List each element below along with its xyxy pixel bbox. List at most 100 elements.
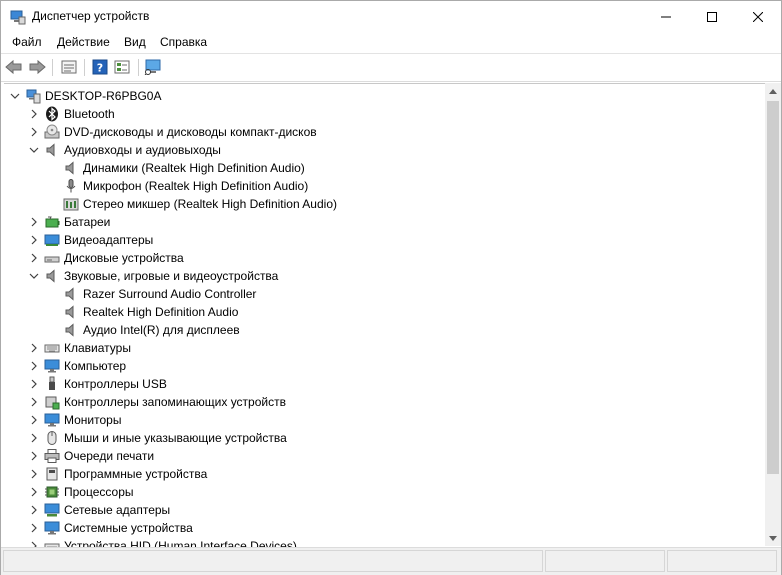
- tree-item-label: Очереди печати: [64, 449, 155, 463]
- expand-chevron-right-icon[interactable]: [29, 397, 39, 407]
- menu-help[interactable]: Справка: [160, 35, 207, 49]
- expand-chevron-down-icon[interactable]: [29, 145, 39, 155]
- view-icon: [114, 60, 130, 74]
- mixer-icon: [63, 198, 79, 211]
- close-button[interactable]: [735, 1, 781, 32]
- tree-item-label: Звуковые, игровые и видеоустройства: [64, 269, 279, 283]
- tree-device[interactable]: Realtek High Definition Audio: [4, 303, 764, 321]
- tree-category[interactable]: Процессоры: [4, 483, 764, 501]
- expand-chevron-down-icon[interactable]: [10, 91, 20, 101]
- view-button[interactable]: [113, 58, 131, 76]
- expand-chevron-right-icon[interactable]: [29, 469, 39, 479]
- usb-icon: [49, 376, 55, 390]
- svg-text:?: ?: [97, 62, 103, 75]
- tree-category[interactable]: Системные устройства: [4, 519, 764, 537]
- tree-device[interactable]: Аудио Intel(R) для дисплеев: [4, 321, 764, 339]
- expand-chevron-right-icon[interactable]: [29, 253, 39, 263]
- tree-category[interactable]: Аудиовходы и аудиовыходы: [4, 141, 764, 159]
- expand-chevron-right-icon[interactable]: [29, 505, 39, 515]
- expand-chevron-right-icon[interactable]: [29, 415, 39, 425]
- tree-item-label: DESKTOP-R6PBG0A: [45, 89, 162, 103]
- tree-category[interactable]: Контроллеры USB: [4, 375, 764, 393]
- tree-item-label: Динамики (Realtek High Definition Audio): [83, 161, 305, 175]
- title-bar[interactable]: Диспетчер устройств: [1, 1, 781, 32]
- speaker-icon: [46, 269, 55, 283]
- expand-chevron-right-icon[interactable]: [29, 127, 39, 137]
- tree-category[interactable]: Мониторы: [4, 411, 764, 429]
- tree-category[interactable]: Bluetooth: [4, 105, 764, 123]
- menu-action[interactable]: Действие: [57, 35, 110, 49]
- expand-chevron-right-icon[interactable]: [29, 433, 39, 443]
- tree-category[interactable]: Видеоадаптеры: [4, 231, 764, 249]
- tree-category[interactable]: Контроллеры запоминающих устройств: [4, 393, 764, 411]
- scan-hardware-button[interactable]: [144, 58, 162, 76]
- tree-category[interactable]: Очереди печати: [4, 447, 764, 465]
- tree-item-label: Клавиатуры: [64, 341, 131, 355]
- tree-item-label: Realtek High Definition Audio: [83, 305, 239, 319]
- menu-view[interactable]: Вид: [124, 35, 146, 49]
- properties-button[interactable]: [60, 58, 78, 76]
- tree-device[interactable]: Стерео микшер (Realtek High Definition A…: [4, 195, 764, 213]
- tree-item-label: Батареи: [64, 215, 111, 229]
- tree-item-label: Контроллеры USB: [64, 377, 167, 391]
- tree-category[interactable]: Сетевые адаптеры: [4, 501, 764, 519]
- close-icon: [753, 11, 763, 22]
- monitor-icon: [44, 359, 60, 373]
- tree-root[interactable]: DESKTOP-R6PBG0A: [4, 87, 764, 105]
- cpu-icon: [45, 486, 59, 498]
- expand-chevron-right-icon[interactable]: [29, 361, 39, 371]
- status-segment-main: [3, 550, 543, 572]
- tree-category[interactable]: Батареи: [4, 213, 764, 231]
- scroll-down-button[interactable]: [765, 530, 781, 546]
- minimize-button[interactable]: [643, 1, 689, 32]
- expand-chevron-right-icon[interactable]: [29, 451, 39, 461]
- expand-chevron-right-icon[interactable]: [29, 343, 39, 353]
- expand-chevron-right-icon[interactable]: [29, 235, 39, 245]
- tree-item-label: Стерео микшер (Realtek High Definition A…: [83, 197, 337, 211]
- back-button[interactable]: [5, 58, 23, 76]
- toolbar-separator: [84, 59, 85, 76]
- tree-category[interactable]: Клавиатуры: [4, 339, 764, 357]
- tree-item-label: Компьютер: [64, 359, 127, 373]
- tree-item-label: Сетевые адаптеры: [64, 503, 171, 517]
- tree-item-label: Устройства HID (Human Interface Devices): [64, 539, 297, 547]
- scan-hardware-icon: [144, 59, 161, 75]
- tree-category[interactable]: Компьютер: [4, 357, 764, 375]
- maximize-button[interactable]: [689, 1, 735, 32]
- network-adapter-icon: [44, 503, 60, 517]
- expand-chevron-right-icon[interactable]: [29, 487, 39, 497]
- speaker-icon: [65, 287, 74, 301]
- chevron-up-icon: [769, 88, 777, 94]
- expand-chevron-right-icon[interactable]: [29, 523, 39, 533]
- speaker-icon: [65, 161, 74, 175]
- tree-device[interactable]: Razer Surround Audio Controller: [4, 285, 764, 303]
- status-bar: [1, 547, 781, 575]
- keyboard-icon: [44, 344, 60, 353]
- tree-category[interactable]: Устройства HID (Human Interface Devices): [4, 537, 764, 547]
- tree-category[interactable]: Программные устройства: [4, 465, 764, 483]
- tree-device[interactable]: Динамики (Realtek High Definition Audio): [4, 159, 764, 177]
- tree-category[interactable]: Звуковые, игровые и видеоустройства: [4, 267, 764, 285]
- speaker-icon: [65, 305, 74, 319]
- scroll-thumb[interactable]: [767, 101, 779, 474]
- monitor-icon: [44, 413, 60, 427]
- expand-chevron-right-icon[interactable]: [29, 217, 39, 227]
- device-tree[interactable]: DESKTOP-R6PBG0A Bluetooth DVD-дисководы и …: [4, 83, 765, 547]
- tree-item-label: Bluetooth: [64, 107, 115, 121]
- vertical-scrollbar[interactable]: [765, 83, 781, 546]
- tree-device[interactable]: Микрофон (Realtek High Definition Audio): [4, 177, 764, 195]
- tree-category[interactable]: Мыши и иные указывающие устройства: [4, 429, 764, 447]
- toolbar-separator: [52, 59, 53, 76]
- help-button[interactable]: ?: [91, 58, 109, 76]
- scroll-up-button[interactable]: [765, 83, 781, 99]
- forward-button[interactable]: [28, 58, 46, 76]
- toolbar-separator: [138, 59, 139, 76]
- tree-category[interactable]: DVD-дисководы и дисководы компакт-дисков: [4, 123, 764, 141]
- tree-category[interactable]: Дисковые устройства: [4, 249, 764, 267]
- toolbar: ?: [1, 54, 781, 82]
- tree-item-label: Системные устройства: [64, 521, 193, 535]
- expand-chevron-down-icon[interactable]: [29, 271, 39, 281]
- menu-file[interactable]: Файл: [12, 35, 42, 49]
- expand-chevron-right-icon[interactable]: [29, 109, 39, 119]
- expand-chevron-right-icon[interactable]: [29, 379, 39, 389]
